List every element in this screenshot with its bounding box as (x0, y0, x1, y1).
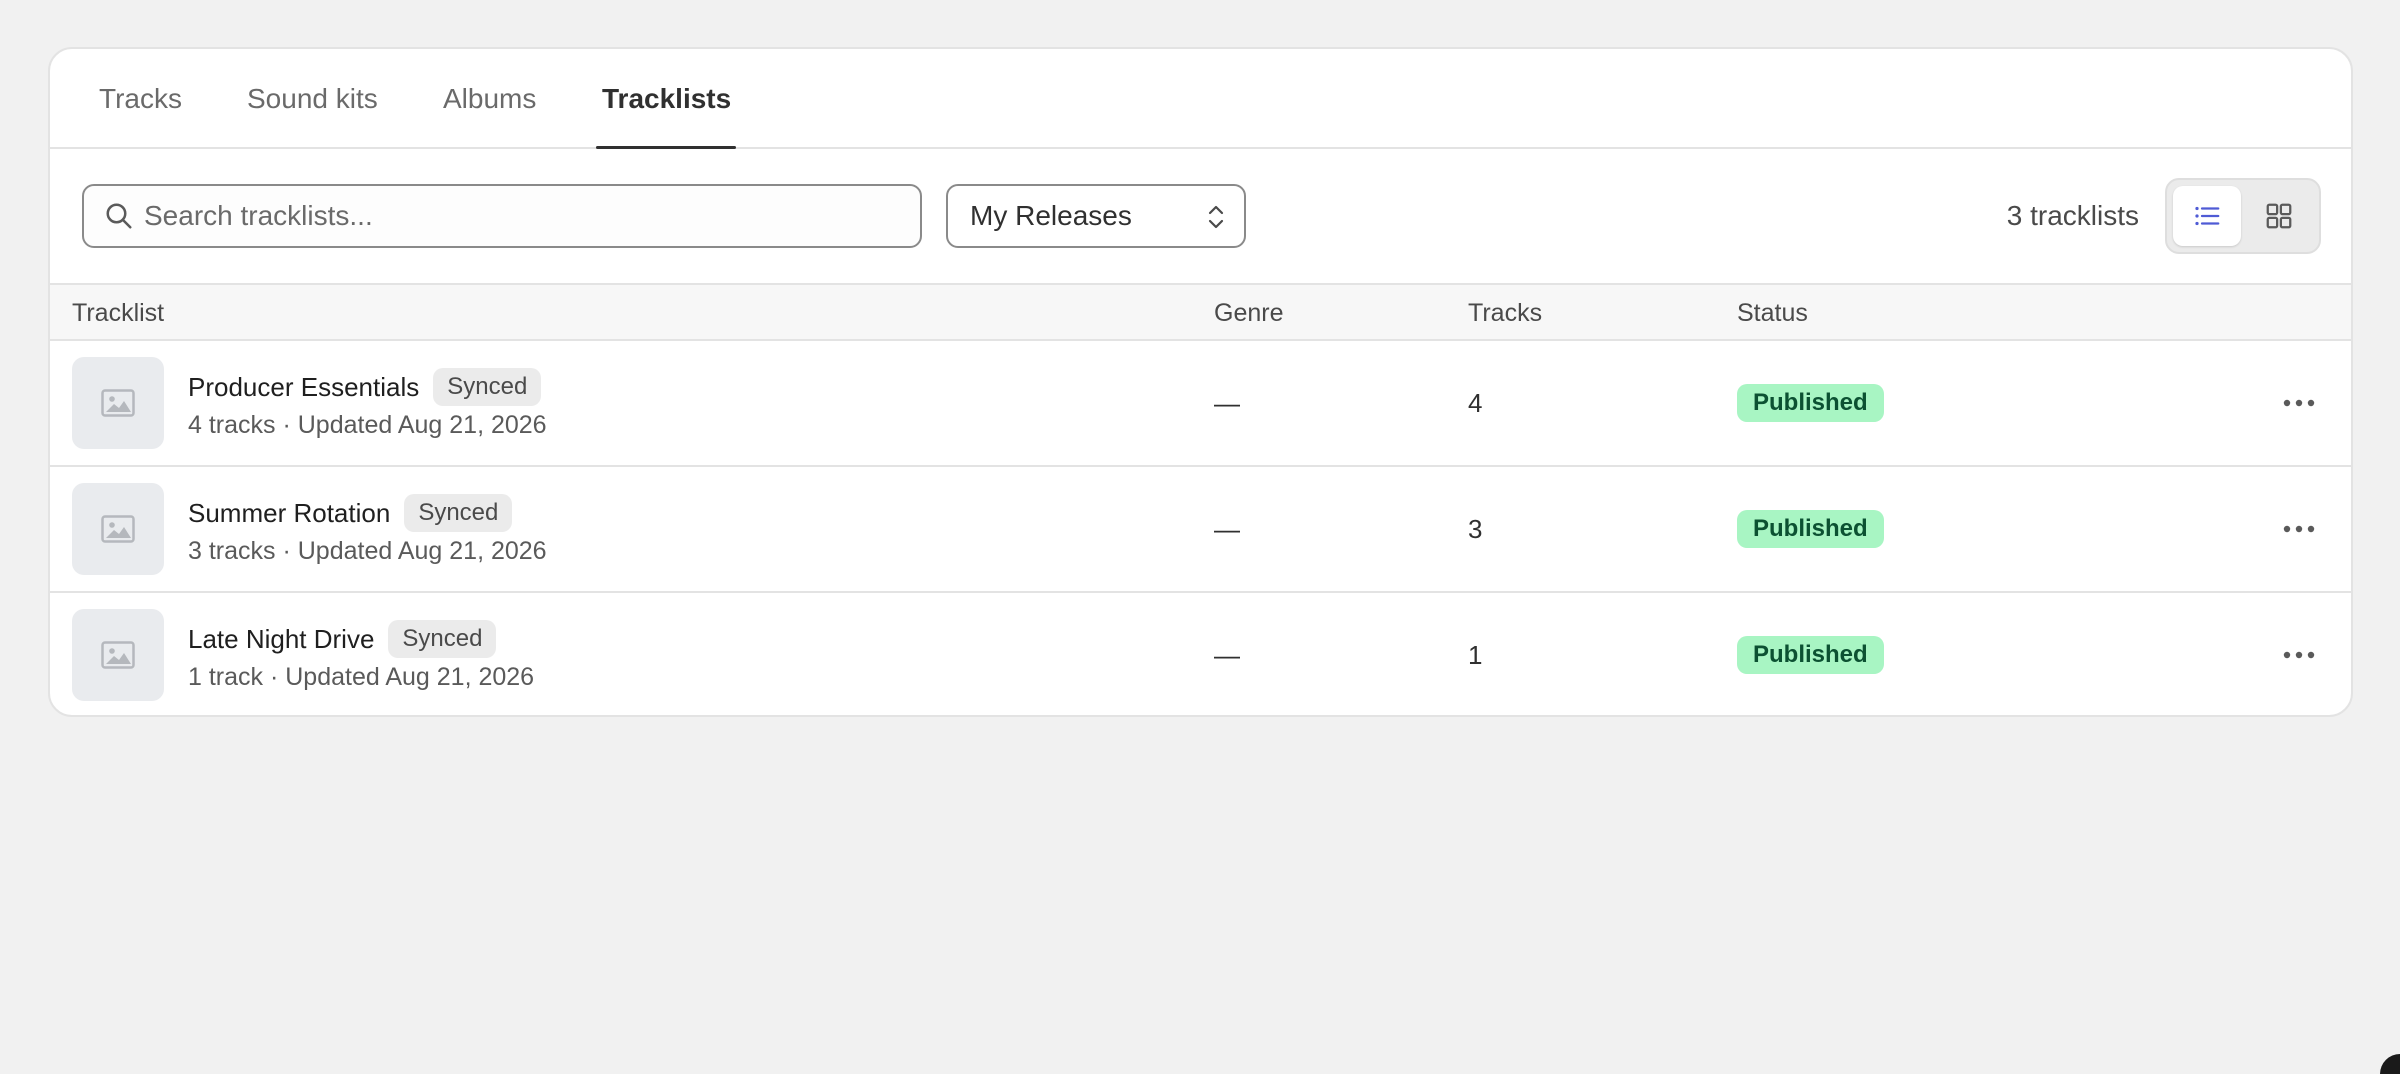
tracklist-name[interactable]: Late Night Drive (188, 624, 374, 655)
tracklists-card: Tracks Sound kits Albums Tracklists My R… (48, 47, 2353, 717)
image-placeholder-icon (101, 389, 135, 417)
image-placeholder-icon (101, 515, 135, 543)
tracks-cell: 3 (1468, 513, 1483, 544)
more-horizontal-icon (2283, 525, 2315, 533)
tracklist-thumbnail (72, 483, 164, 575)
list-view-button[interactable] (2173, 186, 2241, 246)
more-horizontal-icon (2283, 399, 2315, 407)
table-header: Tracklist Genre Tracks Status (50, 283, 2351, 341)
genre-cell: — (1214, 513, 1240, 544)
status-badge: Published (1737, 636, 1884, 674)
tracklist-thumbnail (72, 357, 164, 449)
release-filter-select[interactable]: My Releases (946, 184, 1246, 248)
select-chevrons-icon (1208, 205, 1224, 229)
tab-albums[interactable]: Albums (443, 49, 536, 149)
table-row[interactable]: Late Night Drive Synced 1 track · Update… (50, 593, 2351, 715)
genre-cell: — (1214, 639, 1240, 670)
tab-tracklists[interactable]: Tracklists (602, 49, 731, 149)
status-badge: Published (1737, 510, 1884, 548)
tab-sound-kits[interactable]: Sound kits (247, 49, 378, 149)
tracklist-name[interactable]: Producer Essentials (188, 372, 419, 403)
search-input[interactable] (144, 186, 904, 246)
tracks-cell: 4 (1468, 387, 1483, 418)
search-icon (106, 203, 132, 229)
view-toggle (2165, 178, 2321, 254)
tracklist-count: 3 tracklists (2006, 200, 2139, 231)
release-filter-value: My Releases (970, 200, 1132, 231)
synced-badge: Synced (388, 620, 497, 658)
grid-view-button[interactable] (2245, 186, 2313, 246)
more-actions-button[interactable] (2277, 509, 2321, 549)
synced-badge: Synced (433, 368, 542, 406)
tab-tracks[interactable]: Tracks (99, 49, 182, 149)
tracklist-meta: 1 track · Updated Aug 21, 2026 (188, 663, 535, 691)
header-genre[interactable]: Genre (1214, 285, 1283, 341)
table-body: Producer Essentials Synced 4 tracks · Up… (50, 341, 2351, 715)
tracklist-thumbnail (72, 609, 164, 701)
more-actions-button[interactable] (2277, 635, 2321, 675)
table-row[interactable]: Summer Rotation Synced 3 tracks · Update… (50, 467, 2351, 593)
more-horizontal-icon (2283, 651, 2315, 659)
more-actions-button[interactable] (2277, 383, 2321, 423)
search-box[interactable] (82, 184, 922, 248)
header-tracks[interactable]: Tracks (1468, 285, 1542, 341)
synced-badge: Synced (404, 494, 513, 532)
header-status[interactable]: Status (1737, 285, 1808, 341)
header-tracklist[interactable]: Tracklist (72, 285, 164, 341)
list-icon (2195, 206, 2220, 226)
grid-icon (2266, 203, 2292, 229)
tracklist-meta: 3 tracks · Updated Aug 21, 2026 (188, 537, 547, 565)
toolbar: My Releases 3 tracklists (50, 149, 2351, 283)
tracks-cell: 1 (1468, 639, 1483, 670)
image-placeholder-icon (101, 641, 135, 669)
genre-cell: — (1214, 387, 1240, 418)
window-corner (2380, 1054, 2400, 1074)
tracklist-meta: 4 tracks · Updated Aug 21, 2026 (188, 411, 547, 439)
tracklist-name[interactable]: Summer Rotation (188, 498, 390, 529)
tab-bar: Tracks Sound kits Albums Tracklists (50, 49, 2351, 149)
table-row[interactable]: Producer Essentials Synced 4 tracks · Up… (50, 341, 2351, 467)
status-badge: Published (1737, 384, 1884, 422)
